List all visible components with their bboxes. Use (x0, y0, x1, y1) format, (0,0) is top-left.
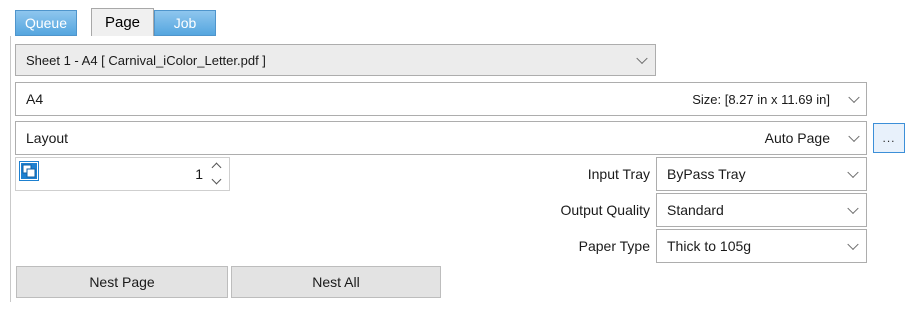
input-tray-select[interactable]: ByPass Tray (656, 157, 867, 191)
input-tray-value: ByPass Tray (667, 166, 746, 182)
copies-stepper[interactable]: 1 (15, 157, 230, 191)
output-quality-select[interactable]: Standard (656, 193, 867, 227)
sheet-select[interactable]: Sheet 1 - A4 [ Carnival_iColor_Letter.pd… (15, 44, 656, 76)
layout-more-button[interactable]: ... (873, 123, 905, 153)
chevron-down-icon (847, 202, 859, 215)
decrement-arrow-icon[interactable] (211, 174, 222, 185)
tab-job[interactable]: Job (154, 10, 216, 36)
tab-job-label: Job (173, 15, 197, 31)
copy-icon[interactable] (19, 161, 39, 181)
tab-page-label: Page (104, 14, 141, 31)
chevron-down-icon (847, 238, 859, 251)
paper-type-label: Paper Type (578, 238, 650, 254)
paper-type-select[interactable]: Thick to 105g (656, 229, 867, 263)
chevron-down-icon (636, 52, 648, 65)
paper-type-value: Thick to 105g (667, 238, 752, 254)
panel-guide-line (10, 36, 11, 302)
chevron-down-icon (848, 130, 860, 143)
copies-value: 1 (195, 166, 203, 182)
tab-page[interactable]: Page (91, 8, 154, 36)
increment-arrow-icon[interactable] (211, 162, 222, 173)
nest-page-label: Nest Page (89, 274, 155, 290)
chevron-down-icon (848, 91, 860, 104)
layout-value: Auto Page (764, 130, 830, 146)
output-quality-value: Standard (667, 202, 724, 218)
nest-all-label: Nest All (312, 274, 360, 290)
layout-more-label: ... (882, 131, 896, 145)
tab-queue-label: Queue (24, 15, 68, 31)
tab-queue[interactable]: Queue (15, 10, 77, 36)
size-value: Size: [8.27 in x 11.69 in] (692, 91, 830, 107)
nest-all-button[interactable]: Nest All (231, 266, 441, 298)
chevron-down-icon (847, 166, 859, 179)
sheet-select-value: Sheet 1 - A4 [ Carnival_iColor_Letter.pd… (26, 52, 266, 68)
size-select[interactable]: A4 Size: [8.27 in x 11.69 in] (15, 82, 867, 116)
layout-select[interactable]: Layout Auto Page (15, 121, 867, 155)
nest-page-button[interactable]: Nest Page (16, 266, 228, 298)
size-name: A4 (26, 91, 44, 107)
output-quality-label: Output Quality (560, 202, 651, 218)
input-tray-label: Input Tray (587, 166, 650, 182)
layout-label: Layout (26, 130, 69, 146)
